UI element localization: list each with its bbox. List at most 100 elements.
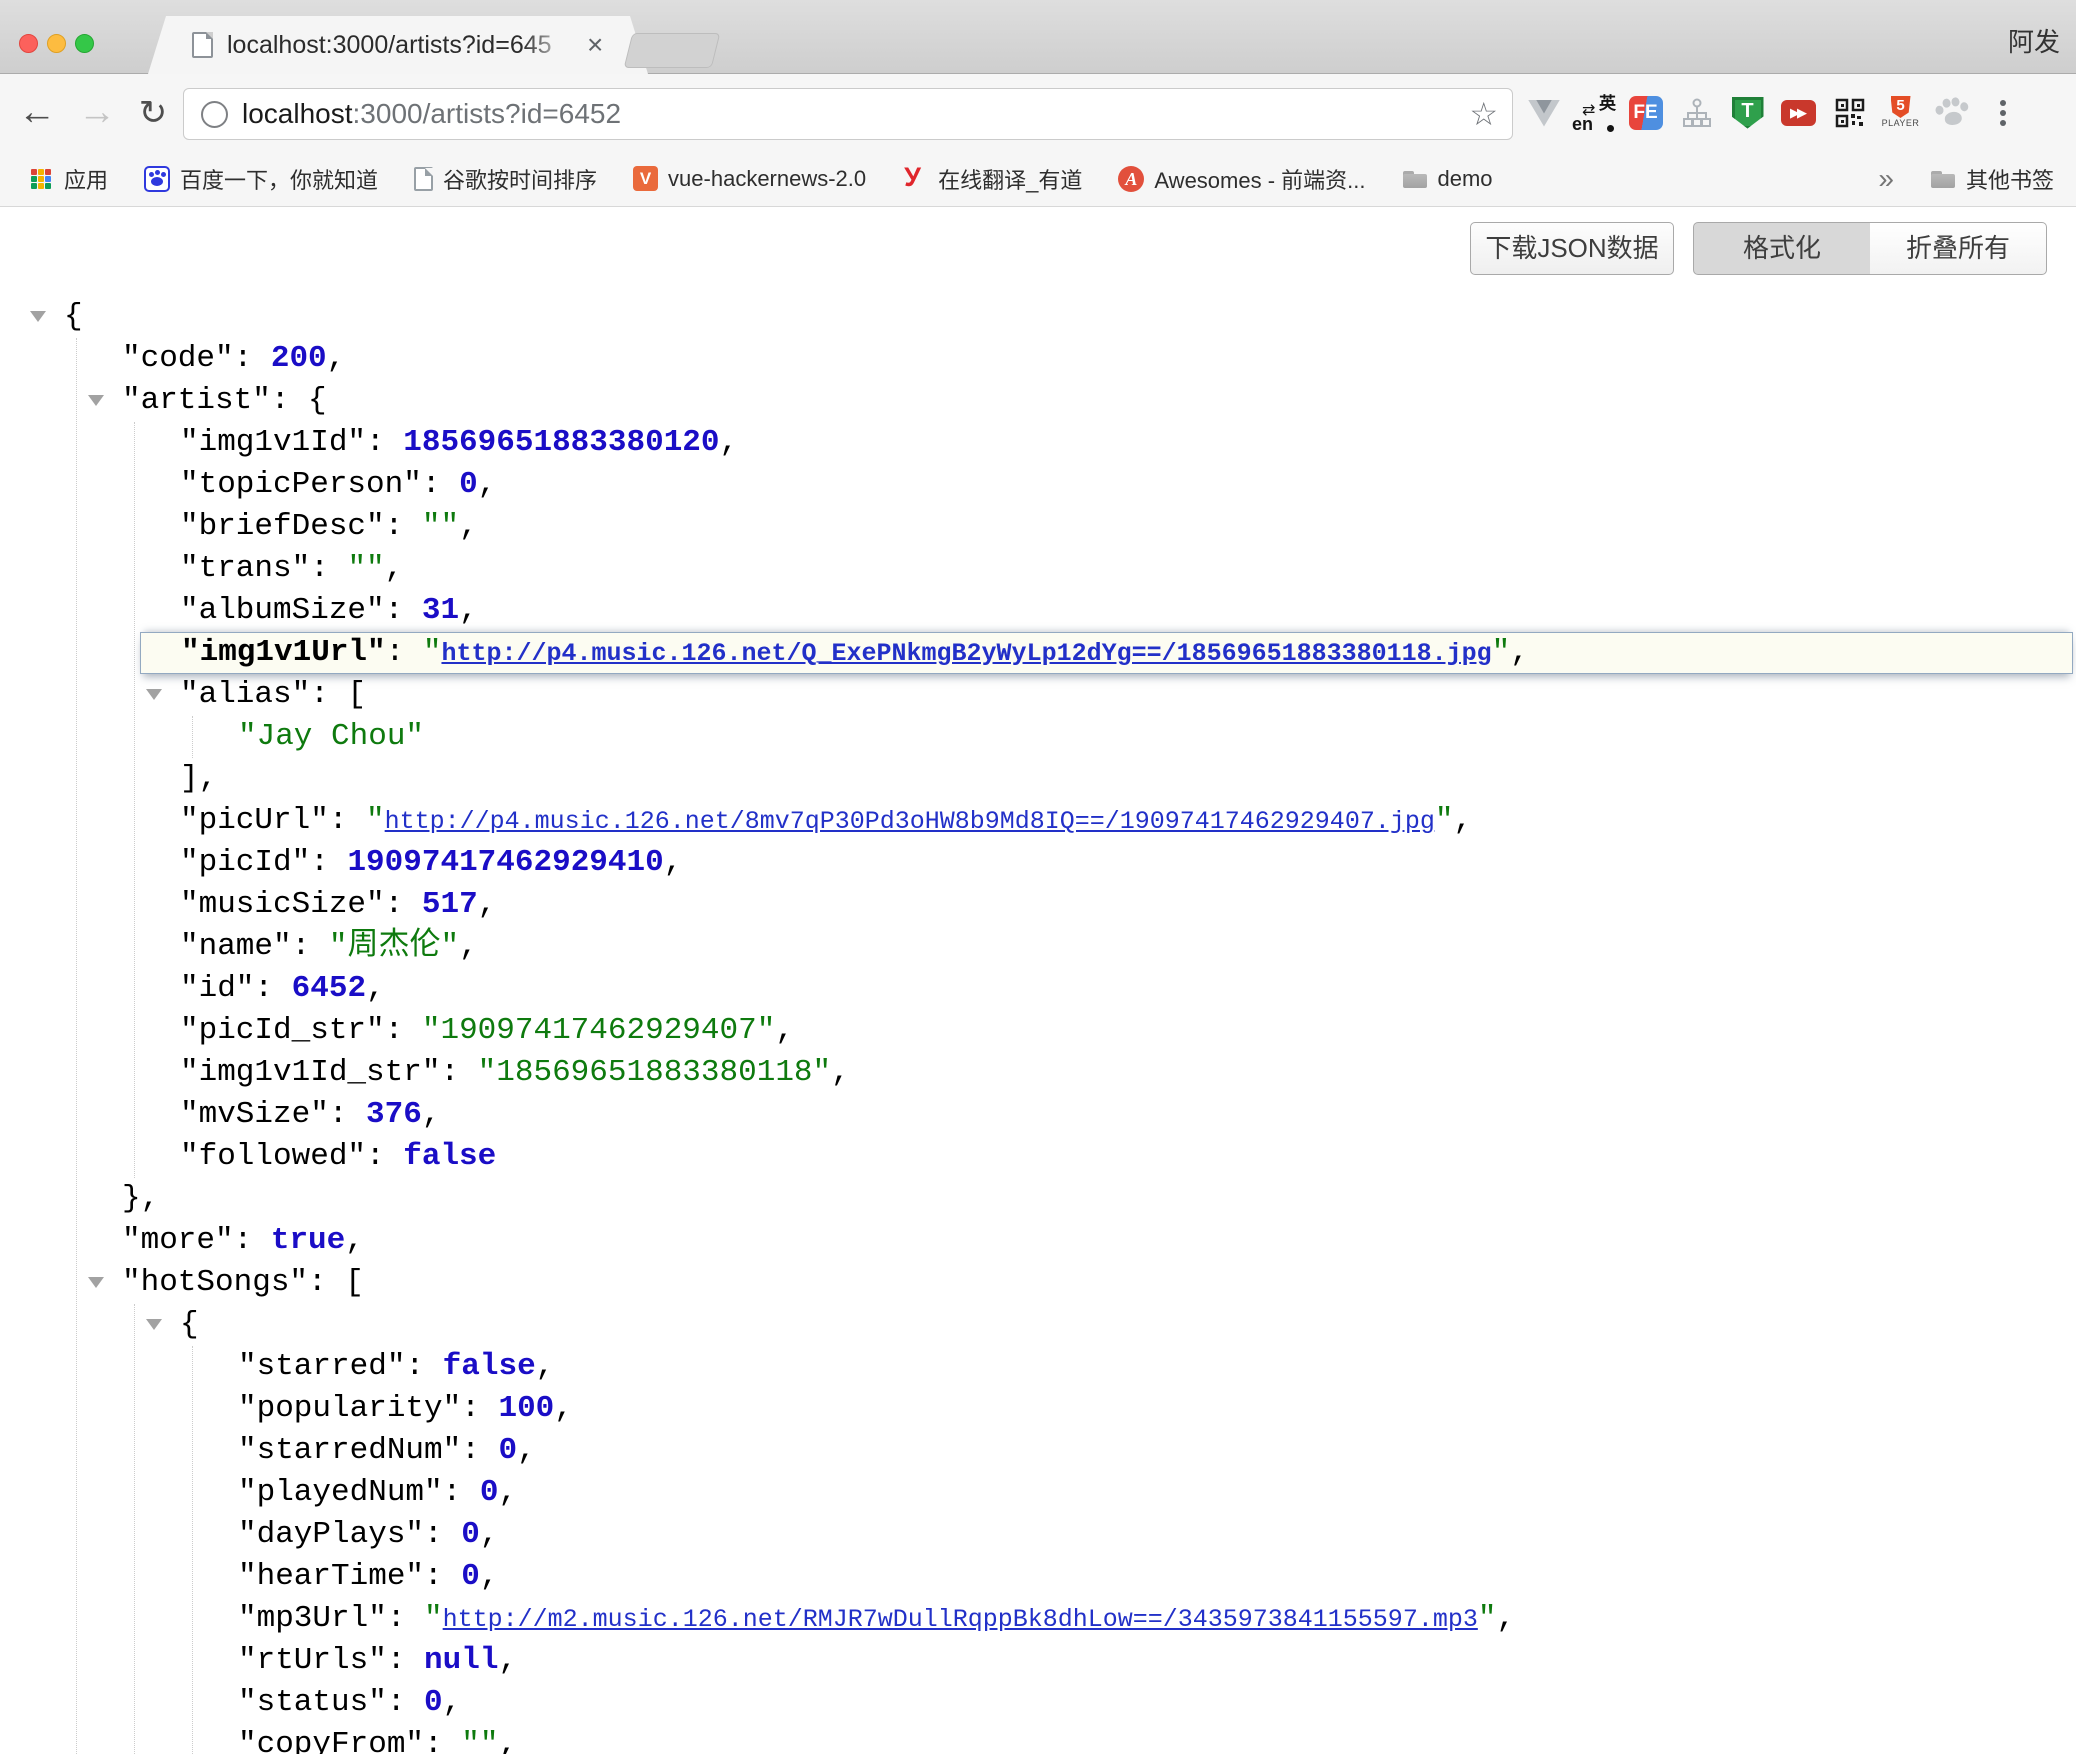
json-string: "周杰伦" [329,929,459,964]
bookmark-item[interactable]: 百度一下，你就知道 [144,163,378,195]
json-key: "name" [180,929,292,964]
json-value: 19097417462929410 [347,845,663,880]
json-colon: : [422,467,459,502]
reload-button[interactable]: ↻ [130,74,176,151]
json-string: "18569651883380118" [478,1055,831,1090]
json-string: "" [347,551,384,586]
site-info-icon[interactable] [201,101,228,128]
json-colon: : [385,1013,422,1048]
json-line: "alias": [ [0,674,2076,716]
json-line: "img1v1Id": 18569651883380120, [0,422,2076,464]
json-link[interactable]: http://p4.music.126.net/8mv7qP30Pd3oHW8b… [385,807,1435,836]
collapse-all-button[interactable]: 折叠所有 [1870,222,2047,275]
json-key: "topicPerson" [180,467,422,502]
json-key: "trans" [180,551,310,586]
json-line: "img1v1Id_str": "18569651883380118", [0,1052,2076,1094]
tab-close-icon[interactable]: × [587,31,603,59]
json-link[interactable]: http://p4.music.126.net/Q_ExePNkmgB2yWyL… [441,639,1491,668]
window-minimize-button[interactable] [47,34,66,53]
collapse-caret-icon[interactable] [30,311,46,322]
json-line: "mvSize": 376, [0,1094,2076,1136]
json-comma: , [1510,635,1529,670]
address-bar[interactable]: localhost:3000/artists?id=6452 ☆ [183,88,1513,140]
json-line: "code": 200, [0,338,2076,380]
json-key: "copyFrom" [238,1727,424,1754]
collapse-caret-icon[interactable] [146,689,162,700]
format-button[interactable]: 格式化 [1693,222,1871,275]
json-comma: , [366,971,385,1006]
extension-icons: PLAYER [1518,74,2076,151]
baidu-icon [144,166,170,192]
json-key: "followed" [180,1139,366,1174]
translator-icon[interactable] [1569,88,1620,138]
json-key: "img1v1Id_str" [180,1055,440,1090]
bookmarks-right: » 其他书签 [1878,163,2076,195]
json-colon: : [292,929,329,964]
download-json-button[interactable]: 下载JSON数据 [1470,222,1674,275]
video-speed-icon[interactable] [1773,88,1824,138]
profile-name[interactable]: 阿发 [2008,22,2060,59]
active-tab[interactable]: localhost:3000/artists?id=645 × [148,16,648,74]
other-bookmarks-folder[interactable]: 其他书签 [1930,163,2054,195]
json-string: "Jay Chou" [238,719,424,754]
json-colon: : [385,509,422,544]
json-line: "trans": "", [0,548,2076,590]
json-key: "artist" [122,383,271,418]
json-line: "rtUrls": null, [0,1640,2076,1682]
browser-menu-icon[interactable] [1977,88,2028,138]
bookmarks-bar: 应用 百度一下，你就知道 谷歌按时间排序 vue-hackernews-2.0 在线翻译… [0,151,2076,207]
json-line: "albumSize": 31, [0,590,2076,632]
apps-icon [28,166,54,192]
bookmark-item[interactable]: vue-hackernews-2.0 [633,166,866,192]
json-comma: , [498,1475,517,1510]
qr-code-icon[interactable] [1824,88,1875,138]
json-line: "popularity": 100, [0,1388,2076,1430]
json-colon: : [386,635,423,670]
bookmark-item[interactable]: 谷歌按时间排序 [414,163,597,195]
fe-badge-icon[interactable] [1620,88,1671,138]
json-colon: : [424,1517,461,1552]
bookmark-star-icon[interactable]: ☆ [1469,95,1498,133]
json-key: "hotSongs" [122,1265,308,1300]
html5-player-icon[interactable]: PLAYER [1875,88,1926,138]
tampermonkey-icon[interactable] [1722,88,1773,138]
window-zoom-button[interactable] [75,34,94,53]
vue-devtools-icon[interactable] [1518,88,1569,138]
sitemap-icon[interactable] [1671,88,1722,138]
json-comma: , [480,1559,499,1594]
collapse-caret-icon[interactable] [146,1319,162,1330]
json-key: "picId_str" [180,1013,385,1048]
json-comma: , [536,1349,555,1384]
window-close-button[interactable] [19,34,38,53]
json-comma: , [478,887,497,922]
json-key: "picUrl" [180,803,329,838]
json-comma: , [141,1181,160,1216]
html5-shield-glyph [1891,96,1911,118]
new-tab-button[interactable] [624,33,721,68]
json-colon: : [387,1643,424,1678]
json-line: "Jay Chou" [0,716,2076,758]
bookmark-item[interactable]: 应用 [28,163,108,195]
bookmark-label: demo [1438,166,1493,192]
json-bracket: [ [347,677,366,712]
json-colon: : [308,1265,345,1300]
paw-icon[interactable] [1926,88,1977,138]
collapse-caret-icon[interactable] [88,1277,104,1288]
bookmarks-overflow-chevron[interactable]: » [1878,163,1894,195]
bookmark-label: vue-hackernews-2.0 [668,166,866,192]
json-colon: : [424,1559,461,1594]
bookmark-item[interactable]: demo [1402,166,1493,192]
url-path: :3000/artists?id=6452 [353,98,622,129]
json-value: 6452 [292,971,366,1006]
json-comma: , [554,1391,573,1426]
forward-button[interactable]: → [74,74,120,151]
json-line: "copyFrom": "", [0,1724,2076,1754]
bookmark-item[interactable]: 在线翻译_有道 [902,163,1082,195]
collapse-caret-icon[interactable] [88,395,104,406]
json-key: "popularity" [238,1391,461,1426]
bookmark-item[interactable]: Awesomes - 前端资... [1118,163,1365,195]
json-comma: , [422,1097,441,1132]
youdao-icon [902,166,928,192]
back-button[interactable]: ← [14,74,60,151]
json-link[interactable]: http://m2.music.126.net/RMJR7wDullRqppBk… [443,1605,1478,1634]
